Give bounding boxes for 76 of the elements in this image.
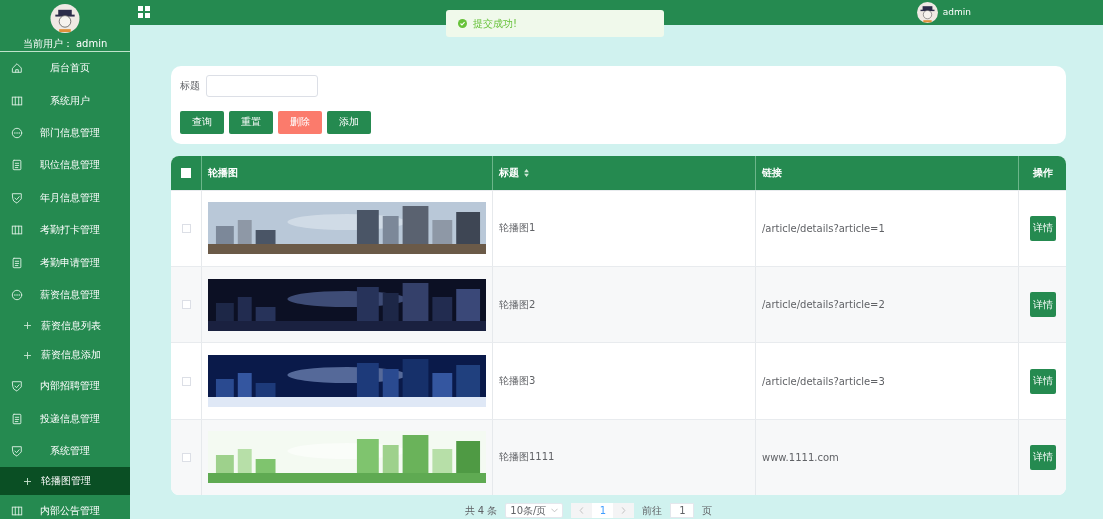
goto-label: 前往 [642,503,663,518]
sidebar-subitem[interactable]: 薪资信息添加 [0,340,130,371]
sidebar-item[interactable]: 系统管理 [0,434,130,468]
page-unit: 页 [702,503,713,518]
success-icon [458,19,467,28]
sidebar-item[interactable]: 系统用户 [0,84,130,117]
next-page-button[interactable] [613,503,635,518]
doc-icon [11,412,23,425]
table-cell: www.1111.com [762,451,839,463]
user-name[interactable]: admin [942,7,971,18]
sidebar-item[interactable]: 考勤打卡管理 [0,213,130,247]
table-cell: /article/details?article=2 [762,299,885,311]
sidebar-item[interactable]: 投递信息管理 [0,402,130,435]
sidebar-item[interactable]: 考勤申请管理 [0,246,130,279]
delete-button[interactable]: 删除 [278,110,322,134]
select-all-checkbox[interactable] [181,167,191,178]
prev-page-button[interactable] [571,503,593,518]
chevron-right-icon [621,507,627,514]
details-button[interactable]: 详情 [1029,292,1056,318]
chevron-left-icon [579,507,585,514]
columns-icon [11,224,23,237]
sidebar-subitem[interactable]: 轮播图管理 [0,467,130,496]
chat-icon [11,126,23,139]
table-cell: 轮播图1 [499,221,536,236]
column-header[interactable]: 标题 [499,165,519,180]
column-header: 链接 [762,165,782,180]
shield-icon [11,191,23,204]
sidebar-item[interactable]: 后台首页 [0,52,130,85]
column-header: 操作 [1032,165,1053,180]
table-cell: 轮播图2 [499,297,536,312]
doc-icon [11,256,23,269]
row-checkbox[interactable] [181,223,191,233]
chat-icon [11,288,23,301]
plus-icon [24,351,31,359]
plus-icon [24,477,31,485]
table-cell: 轮播图3 [499,374,536,389]
goto-page-field[interactable]: 1 [670,503,695,518]
table-cell: /article/details?article=1 [762,222,885,234]
field-label: 标题 [180,78,200,93]
sidebar-item[interactable]: 职位信息管理 [0,149,130,182]
sidebar-item[interactable]: 内部招聘管理 [0,370,130,403]
table-cell: /article/details?article=3 [762,375,885,387]
sidebar-item[interactable]: 年月信息管理 [0,181,130,214]
total-count: 共 4 条 [464,503,498,518]
title-input-field[interactable] [206,74,318,97]
toast-message: 提交成功! [473,16,517,31]
page-number[interactable]: 1 [592,503,614,518]
current-user-label: 当前用户： admin [22,37,108,51]
sidebar-item[interactable]: 薪资信息管理 [0,278,130,312]
page-size-select[interactable]: 10条/页 [505,503,564,518]
menu-icon[interactable] [138,6,150,19]
caret-icon [551,508,559,513]
column-header: 轮播图 [208,165,238,180]
row-checkbox[interactable] [181,452,191,462]
row-checkbox[interactable] [181,300,191,310]
shield-icon [11,445,23,458]
action-button[interactable]: 添加 [327,110,371,134]
sidebar-item[interactable]: 部门信息管理 [0,116,130,150]
columns-icon [11,505,23,518]
details-button[interactable]: 详情 [1029,444,1056,470]
sort-icon[interactable] [524,168,529,177]
doc-icon [11,159,23,172]
shield-icon [11,380,23,393]
sidebar-subitem[interactable]: 薪资信息列表 [0,311,130,341]
sidebar-item[interactable]: 内部公告管理 [0,495,130,519]
details-button[interactable]: 详情 [1029,368,1056,394]
action-button[interactable]: 查询 [180,110,224,134]
row-checkbox[interactable] [181,376,191,386]
avatar-icon[interactable] [916,1,938,23]
details-button[interactable]: 详情 [1029,215,1056,241]
table-cell: 轮播图1111 [499,450,555,465]
plus-icon [24,322,31,330]
columns-icon [11,94,23,107]
home-icon [11,62,23,75]
avatar-icon [50,4,80,33]
action-button[interactable]: 重置 [229,110,273,134]
